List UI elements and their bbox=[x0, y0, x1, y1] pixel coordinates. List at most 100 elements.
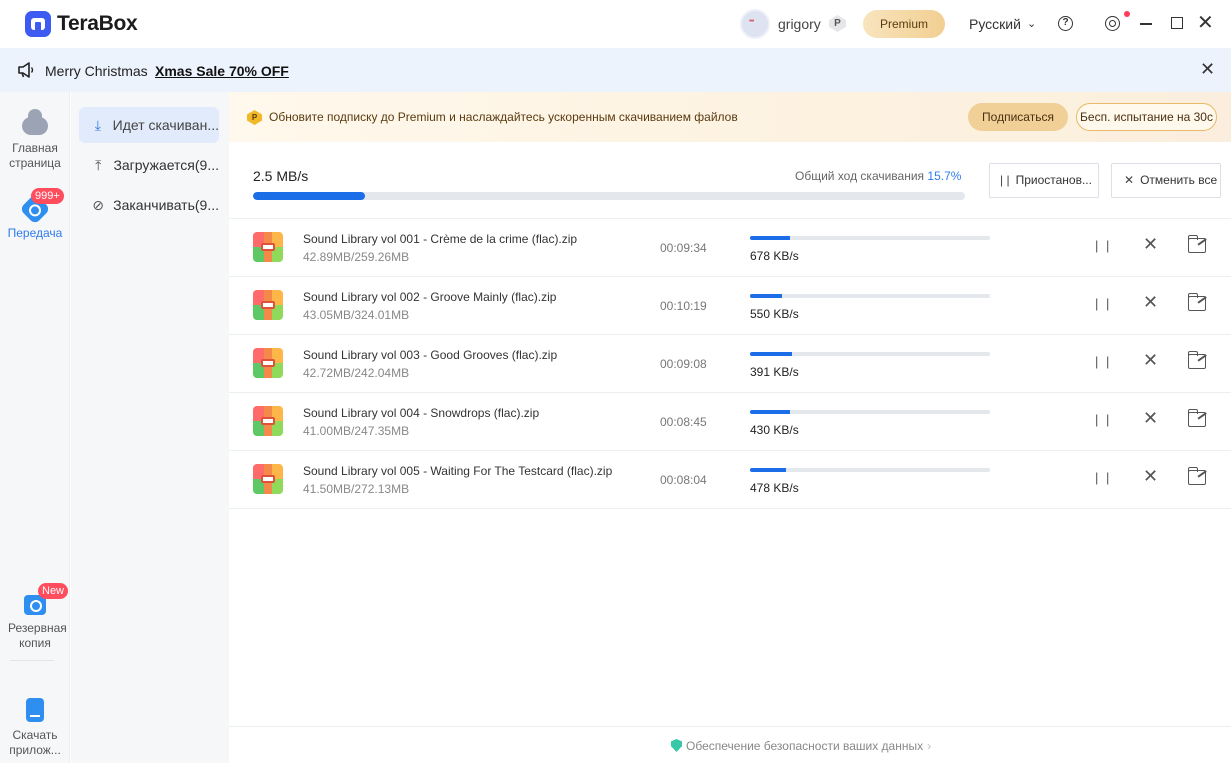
maximize-icon[interactable] bbox=[1171, 17, 1183, 29]
left-nav: Главная страница Передача 999+ Резервная… bbox=[0, 92, 70, 763]
file-name: Sound Library vol 004 - Snowdrops (flac)… bbox=[303, 406, 540, 420]
chevron-right-icon: › bbox=[927, 739, 932, 753]
transfer-subnav: ⤓ Идет скачиван... ⤒ Загружается(9... ⊘ … bbox=[71, 92, 229, 763]
data-security-link[interactable]: Обеспечение безопасности ваших данных › bbox=[671, 739, 931, 753]
username[interactable]: grigory bbox=[778, 16, 821, 32]
time-remaining: 00:08:45 bbox=[660, 415, 707, 429]
download-row[interactable]: Sound Library vol 001 - Crème de la crim… bbox=[229, 219, 1231, 277]
check-circle-icon: ⊘ bbox=[92, 196, 104, 213]
close-icon[interactable]: ✕ bbox=[1143, 234, 1158, 255]
close-icon[interactable]: ✕ bbox=[1143, 408, 1158, 429]
nav-backup[interactable]: Резервная копия bbox=[0, 595, 70, 651]
file-size: 41.50MB/272.13MB bbox=[303, 482, 410, 496]
close-icon[interactable]: ✕ bbox=[1143, 292, 1158, 313]
pause-icon: | | bbox=[1000, 173, 1010, 187]
minimize-icon[interactable] bbox=[1140, 23, 1152, 25]
overall-progress-percent: 15.7% bbox=[927, 169, 962, 183]
window-close-icon[interactable]: ✕ bbox=[1197, 11, 1214, 35]
close-icon[interactable]: ✕ bbox=[1143, 466, 1158, 487]
file-size: 43.05MB/324.01MB bbox=[303, 308, 410, 322]
file-size: 42.72MB/242.04MB bbox=[303, 366, 410, 380]
file-progress-bar bbox=[750, 294, 990, 298]
close-icon: ✕ bbox=[1124, 173, 1135, 187]
open-folder-icon[interactable] bbox=[1187, 293, 1206, 311]
download-row[interactable]: Sound Library vol 004 - Snowdrops (flac)… bbox=[229, 393, 1231, 451]
file-speed: 478 KB/s bbox=[750, 481, 799, 495]
pause-all-label: Приостанов... bbox=[1015, 173, 1092, 187]
pause-all-button[interactable]: | | Приостанов... bbox=[989, 163, 1099, 198]
tab-uploading[interactable]: ⤒ Загружается(9... bbox=[79, 147, 219, 183]
upgrade-banner: P Обновите подписку до Premium и наслажд… bbox=[229, 92, 1231, 142]
file-speed: 391 KB/s bbox=[750, 365, 799, 379]
time-remaining: 00:09:34 bbox=[660, 241, 707, 255]
nav-transfer[interactable]: Передача bbox=[0, 193, 70, 241]
file-name: Sound Library vol 003 - Good Grooves (fl… bbox=[303, 348, 558, 362]
help-icon[interactable]: ? bbox=[1058, 16, 1073, 31]
file-progress-fill bbox=[750, 236, 790, 240]
zip-file-icon bbox=[253, 290, 283, 320]
open-folder-icon[interactable] bbox=[1187, 467, 1206, 485]
chevron-down-icon[interactable]: ⌄ bbox=[1027, 17, 1036, 30]
file-name: Sound Library vol 005 - Waiting For The … bbox=[303, 464, 613, 478]
file-progress-fill bbox=[750, 468, 787, 472]
file-progress-bar bbox=[750, 352, 990, 356]
nav-home-label: Главная страница bbox=[9, 141, 61, 170]
file-progress-fill bbox=[750, 410, 790, 414]
tab-finished[interactable]: ⊘ Заканчивать(9... bbox=[79, 187, 219, 223]
phone-app-icon bbox=[26, 698, 44, 722]
file-speed: 430 KB/s bbox=[750, 423, 799, 437]
time-remaining: 00:09:08 bbox=[660, 357, 707, 371]
open-folder-icon[interactable] bbox=[1187, 409, 1206, 427]
upgrade-text: Обновите подписку до Premium и наслаждай… bbox=[269, 110, 738, 124]
time-remaining: 00:08:04 bbox=[660, 473, 707, 487]
file-speed: 678 KB/s bbox=[750, 249, 799, 263]
download-row[interactable]: Sound Library vol 005 - Waiting For The … bbox=[229, 451, 1231, 509]
file-progress-bar bbox=[750, 410, 990, 414]
brand[interactable]: TeraBox bbox=[25, 11, 138, 37]
tab-downloading-label: Идет скачиван... bbox=[112, 117, 219, 133]
shield-icon bbox=[671, 739, 682, 752]
time-remaining: 00:10:19 bbox=[660, 299, 707, 313]
terabox-logo-icon bbox=[25, 11, 51, 37]
download-icon: ⤓ bbox=[94, 116, 101, 133]
promo-text: Merry Christmas bbox=[45, 63, 148, 79]
cloud-icon bbox=[22, 109, 48, 135]
divider bbox=[229, 726, 1231, 727]
overall-progress-bar bbox=[253, 192, 965, 200]
file-progress-fill bbox=[750, 294, 782, 298]
open-folder-icon[interactable] bbox=[1187, 235, 1206, 253]
nav-backup-label: Резервная копия bbox=[8, 621, 67, 650]
nav-home[interactable]: Главная страница bbox=[0, 109, 70, 171]
pause-icon[interactable]: | | bbox=[1095, 296, 1111, 311]
downloads-panel: P Обновите подписку до Premium и наслажд… bbox=[229, 92, 1231, 763]
file-name: Sound Library vol 001 - Crème de la crim… bbox=[303, 232, 578, 246]
open-folder-icon[interactable] bbox=[1187, 351, 1206, 369]
pause-icon[interactable]: | | bbox=[1095, 412, 1111, 427]
overall-progress-fill bbox=[253, 192, 365, 200]
pause-icon[interactable]: | | bbox=[1095, 238, 1111, 253]
zip-file-icon bbox=[253, 232, 283, 262]
download-row[interactable]: Sound Library vol 003 - Good Grooves (fl… bbox=[229, 335, 1231, 393]
file-size: 42.89MB/259.26MB bbox=[303, 250, 410, 264]
language-selector[interactable]: Русский bbox=[969, 16, 1021, 32]
notification-dot bbox=[1124, 11, 1130, 17]
promo-sale-link[interactable]: Xmas Sale 70% OFF bbox=[155, 63, 289, 79]
user-avatar[interactable] bbox=[740, 9, 770, 39]
zip-file-icon bbox=[253, 406, 283, 436]
cancel-all-button[interactable]: ✕ Отменить все bbox=[1111, 163, 1221, 198]
subscribe-button[interactable]: Подписаться bbox=[968, 103, 1068, 131]
free-trial-button[interactable]: Бесп. испытание на 30с bbox=[1076, 103, 1217, 131]
tab-finished-label: Заканчивать(9... bbox=[113, 197, 219, 213]
close-icon[interactable]: ✕ bbox=[1143, 350, 1158, 371]
settings-icon[interactable] bbox=[1105, 16, 1120, 31]
pause-icon[interactable]: | | bbox=[1095, 354, 1111, 369]
file-speed: 550 KB/s bbox=[750, 307, 799, 321]
pause-icon[interactable]: | | bbox=[1095, 470, 1111, 485]
download-row[interactable]: Sound Library vol 002 - Groove Mainly (f… bbox=[229, 277, 1231, 335]
tab-downloading[interactable]: ⤓ Идет скачиван... bbox=[79, 107, 219, 143]
nav-download-app[interactable]: Скачать прилож... bbox=[0, 698, 70, 758]
megaphone-icon bbox=[18, 62, 34, 78]
promo-close-icon[interactable]: ✕ bbox=[1200, 59, 1215, 80]
total-speed: 2.5 MB/s bbox=[253, 168, 309, 184]
premium-button[interactable]: Premium bbox=[863, 10, 945, 38]
